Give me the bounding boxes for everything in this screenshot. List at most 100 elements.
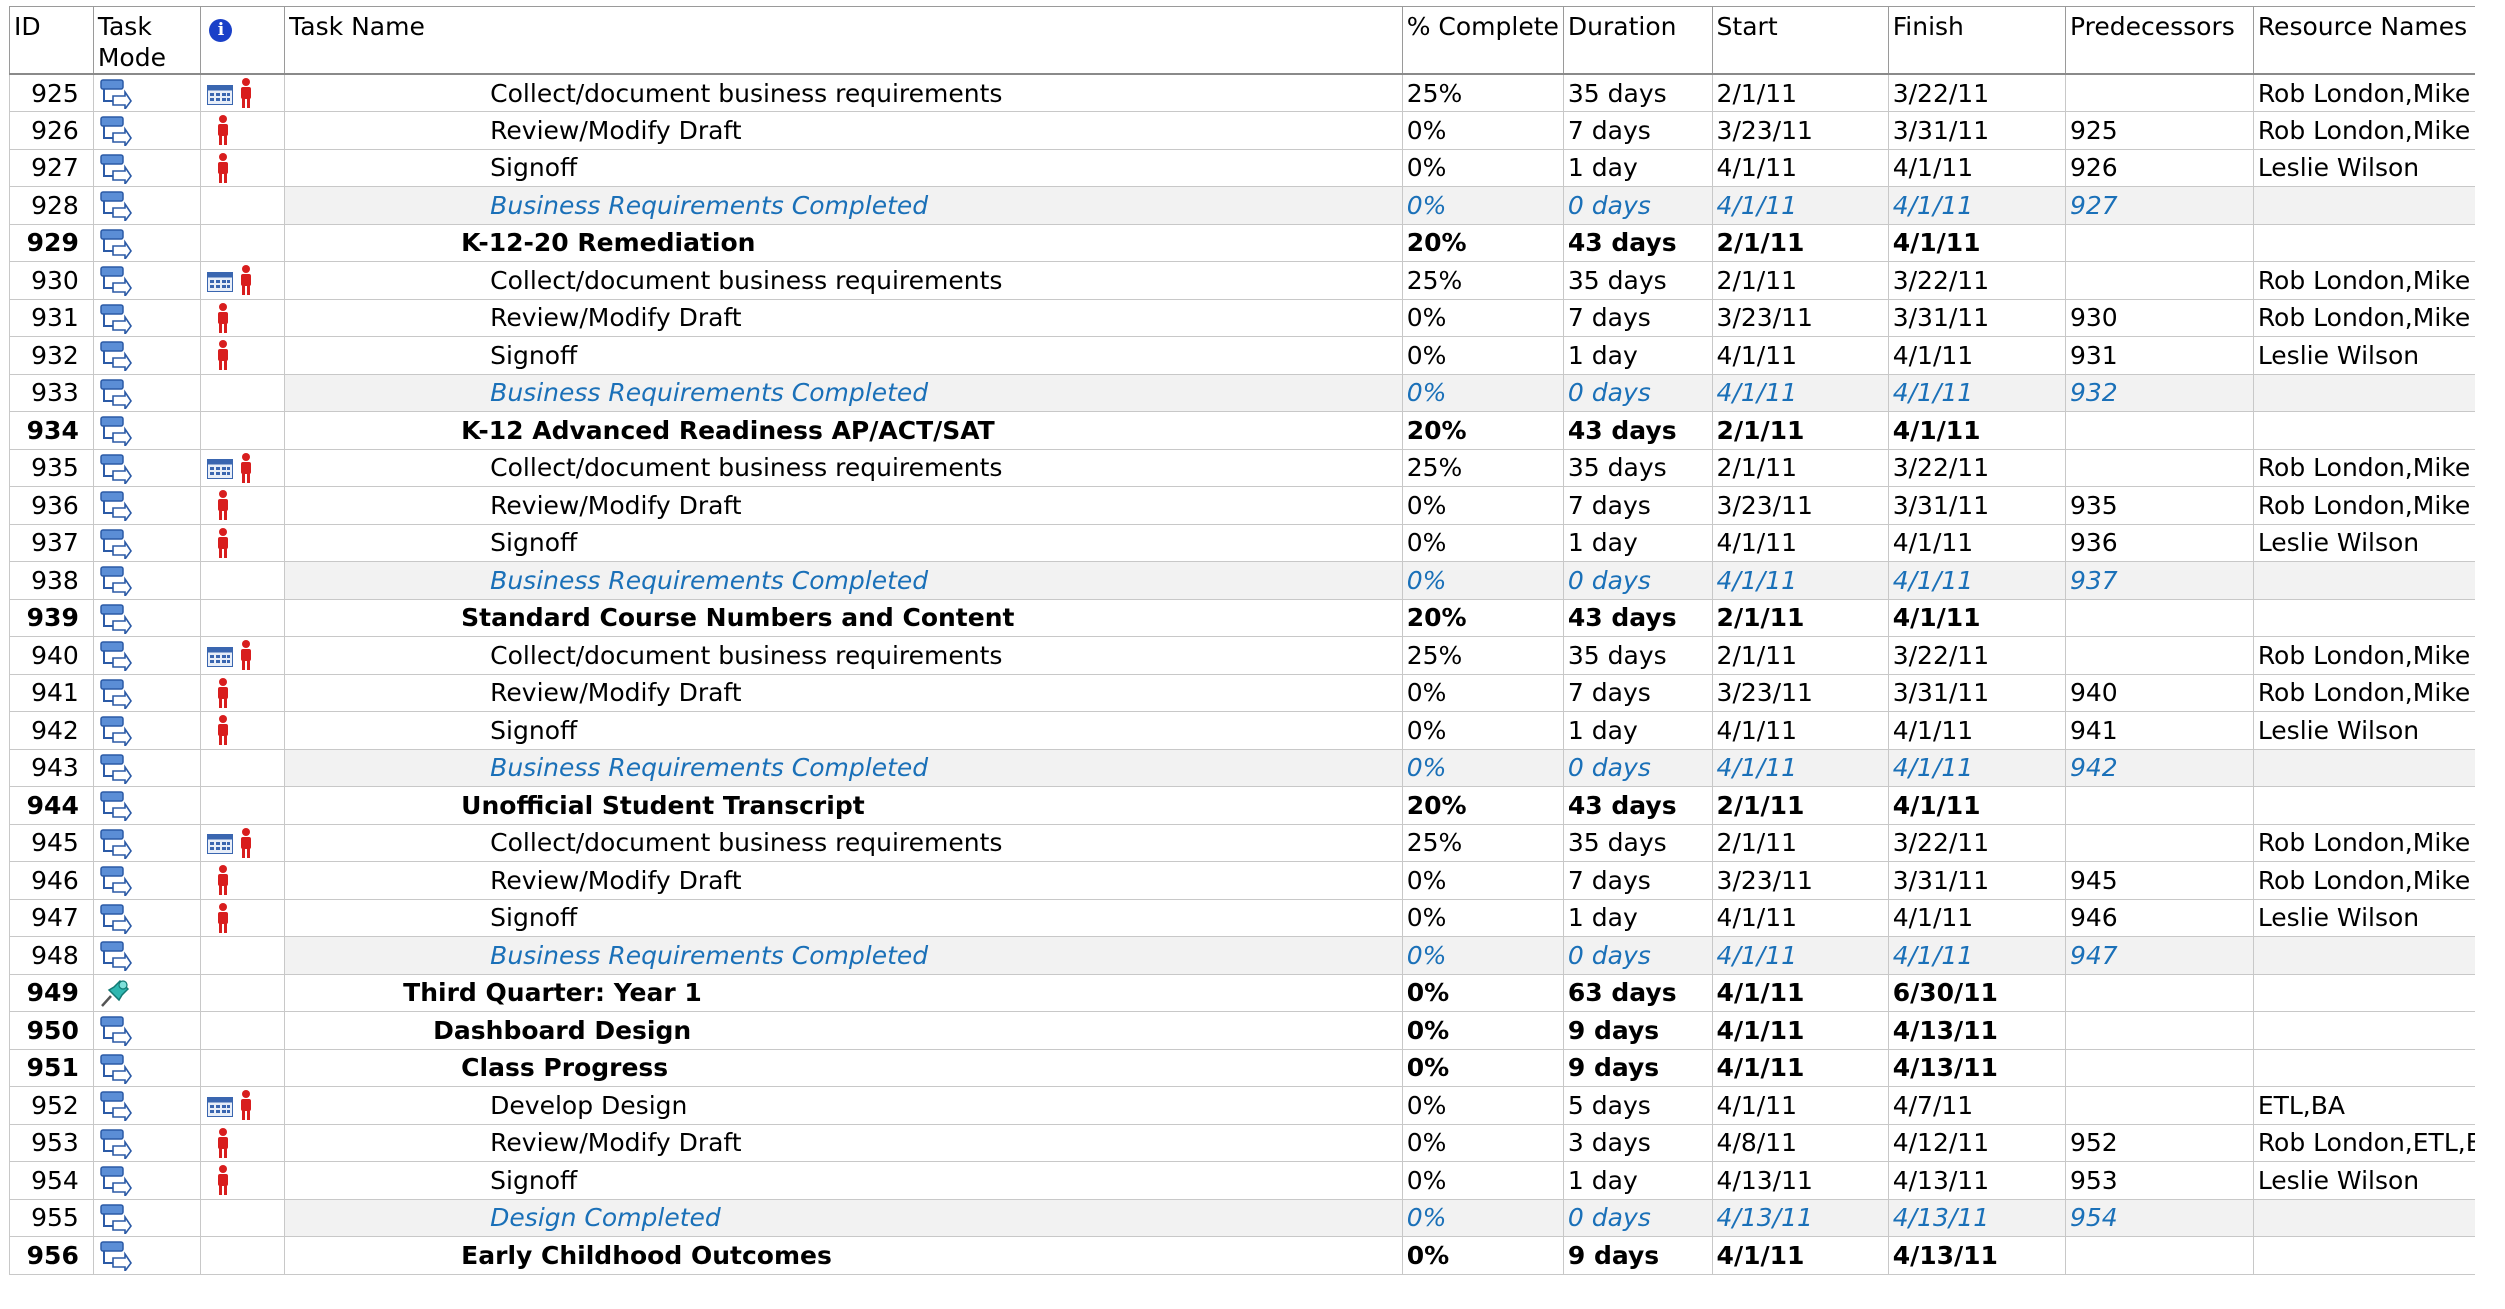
- resource-names[interactable]: [2252, 373, 2505, 412]
- task-name[interactable]: Review/Modify Draft: [284, 111, 1403, 150]
- indicators-cell[interactable]: [200, 111, 286, 150]
- indicators-cell[interactable]: [200, 298, 286, 337]
- resource-names[interactable]: [2252, 223, 2505, 262]
- finish-date[interactable]: 3/31/11: [1887, 861, 2066, 900]
- task-id[interactable]: 944: [9, 786, 94, 825]
- finish-date[interactable]: 4/1/11: [1887, 148, 2066, 187]
- start-date[interactable]: 4/13/11: [1711, 1161, 1889, 1200]
- task-name[interactable]: Standard Course Numbers and Content: [284, 598, 1403, 637]
- duration[interactable]: 7 days: [1562, 298, 1713, 337]
- start-date[interactable]: 4/1/11: [1711, 186, 1889, 225]
- indicators-cell[interactable]: [200, 636, 286, 675]
- finish-date[interactable]: 4/1/11: [1887, 223, 2066, 262]
- finish-date[interactable]: 6/30/11: [1887, 973, 2066, 1012]
- percent-complete[interactable]: 20%: [1401, 411, 1564, 450]
- predecessors[interactable]: 932: [2064, 373, 2254, 412]
- start-date[interactable]: 3/23/11: [1711, 673, 1889, 712]
- table-row[interactable]: 932 Signoff 0% 1 day 4/1/11 4/1/11 931 Leslie W…: [9, 336, 2505, 375]
- indicators-cell[interactable]: [200, 373, 286, 412]
- finish-date[interactable]: 4/1/11: [1887, 561, 2066, 600]
- indicators-cell[interactable]: [200, 411, 286, 450]
- percent-complete[interactable]: 0%: [1401, 1011, 1564, 1050]
- task-id[interactable]: 938: [9, 561, 94, 600]
- predecessors[interactable]: [2064, 973, 2254, 1012]
- task-mode-cell[interactable]: [92, 523, 202, 562]
- predecessors[interactable]: 930: [2064, 298, 2254, 337]
- table-row[interactable]: 943 Business Requirements Completed 0% 0 da…: [9, 748, 2505, 787]
- predecessors[interactable]: 925: [2064, 111, 2254, 150]
- start-date[interactable]: 3/23/11: [1711, 298, 1889, 337]
- task-mode-cell[interactable]: [92, 598, 202, 637]
- resource-names[interactable]: [2252, 598, 2505, 637]
- table-row[interactable]: 952 Develop Design 0% 5 days 4/1/11 4/7/11 ETL…: [9, 1086, 2505, 1125]
- table-row[interactable]: 927 Signoff 0% 1 day 4/1/11 4/1/11 926 Leslie W…: [9, 148, 2505, 187]
- task-mode-cell[interactable]: [92, 636, 202, 675]
- resource-names[interactable]: [2252, 186, 2505, 225]
- duration[interactable]: 63 days: [1562, 973, 1713, 1012]
- task-name[interactable]: Review/Modify Draft: [284, 486, 1403, 525]
- predecessors[interactable]: 942: [2064, 748, 2254, 787]
- percent-complete[interactable]: 0%: [1401, 1123, 1564, 1162]
- column-header-finish[interactable]: Finish: [1887, 6, 2066, 75]
- finish-date[interactable]: 4/1/11: [1887, 786, 2066, 825]
- percent-complete[interactable]: 25%: [1401, 73, 1564, 112]
- finish-date[interactable]: 4/1/11: [1887, 336, 2066, 375]
- duration[interactable]: 1 day: [1562, 523, 1713, 562]
- task-name[interactable]: K-12 Advanced Readiness AP/ACT/SAT: [284, 411, 1403, 450]
- task-id[interactable]: 925: [9, 73, 94, 112]
- indicators-cell[interactable]: [200, 223, 286, 262]
- percent-complete[interactable]: 0%: [1401, 186, 1564, 225]
- start-date[interactable]: 3/23/11: [1711, 111, 1889, 150]
- task-name[interactable]: Class Progress: [284, 1048, 1403, 1087]
- task-id[interactable]: 940: [9, 636, 94, 675]
- finish-date[interactable]: 4/1/11: [1887, 186, 2066, 225]
- percent-complete[interactable]: 0%: [1401, 973, 1564, 1012]
- task-name[interactable]: Design Completed: [284, 1198, 1403, 1237]
- resource-names[interactable]: Leslie Wilson: [2252, 898, 2505, 937]
- task-name[interactable]: Third Quarter: Year 1: [284, 973, 1403, 1012]
- percent-complete[interactable]: 0%: [1401, 1198, 1564, 1237]
- predecessors[interactable]: [2064, 786, 2254, 825]
- percent-complete[interactable]: 0%: [1401, 1236, 1564, 1275]
- indicators-cell[interactable]: [200, 336, 286, 375]
- indicators-cell[interactable]: [200, 1011, 286, 1050]
- finish-date[interactable]: 4/1/11: [1887, 523, 2066, 562]
- predecessors[interactable]: 941: [2064, 711, 2254, 750]
- resource-names[interactable]: [2252, 411, 2505, 450]
- table-row[interactable]: 939 Standard Course Numbers and Content 20…: [9, 598, 2505, 637]
- finish-date[interactable]: 4/7/11: [1887, 1086, 2066, 1125]
- percent-complete[interactable]: 0%: [1401, 298, 1564, 337]
- percent-complete[interactable]: 0%: [1401, 561, 1564, 600]
- resource-names[interactable]: Rob London,Mike C: [2252, 261, 2505, 300]
- resource-names[interactable]: Rob London,ETL,BA: [2252, 1123, 2505, 1162]
- percent-complete[interactable]: 0%: [1401, 936, 1564, 975]
- percent-complete[interactable]: 0%: [1401, 1086, 1564, 1125]
- indicators-cell[interactable]: [200, 1236, 286, 1275]
- table-row[interactable]: 953 Review/Modify Draft 0% 3 days 4/8/11 4/12…: [9, 1123, 2505, 1162]
- task-id[interactable]: 956: [9, 1236, 94, 1275]
- indicators-cell[interactable]: [200, 673, 286, 712]
- duration[interactable]: 7 days: [1562, 486, 1713, 525]
- indicators-cell[interactable]: [200, 448, 286, 487]
- resource-names[interactable]: Leslie Wilson: [2252, 711, 2505, 750]
- duration[interactable]: 35 days: [1562, 73, 1713, 112]
- duration[interactable]: 0 days: [1562, 936, 1713, 975]
- duration[interactable]: 1 day: [1562, 148, 1713, 187]
- start-date[interactable]: 2/1/11: [1711, 786, 1889, 825]
- task-mode-cell[interactable]: [92, 861, 202, 900]
- percent-complete[interactable]: 25%: [1401, 261, 1564, 300]
- table-row[interactable]: 935 Collect/document business requirement…: [9, 448, 2505, 487]
- percent-complete[interactable]: 0%: [1401, 111, 1564, 150]
- table-row[interactable]: 933 Business Requirements Completed 0% 0 da…: [9, 373, 2505, 412]
- indicators-cell[interactable]: [200, 1123, 286, 1162]
- task-mode-cell[interactable]: [92, 1198, 202, 1237]
- predecessors[interactable]: [2064, 261, 2254, 300]
- task-id[interactable]: 927: [9, 148, 94, 187]
- task-name[interactable]: Early Childhood Outcomes: [284, 1236, 1403, 1275]
- table-row[interactable]: 944 Unofficial Student Transcript 20% 43 da…: [9, 786, 2505, 825]
- task-id[interactable]: 953: [9, 1123, 94, 1162]
- duration[interactable]: 0 days: [1562, 748, 1713, 787]
- resource-names[interactable]: Rob London,Mike C: [2252, 298, 2505, 337]
- table-row[interactable]: 941 Review/Modify Draft 0% 7 days 3/23/11 3/3…: [9, 673, 2505, 712]
- task-mode-cell[interactable]: [92, 1236, 202, 1275]
